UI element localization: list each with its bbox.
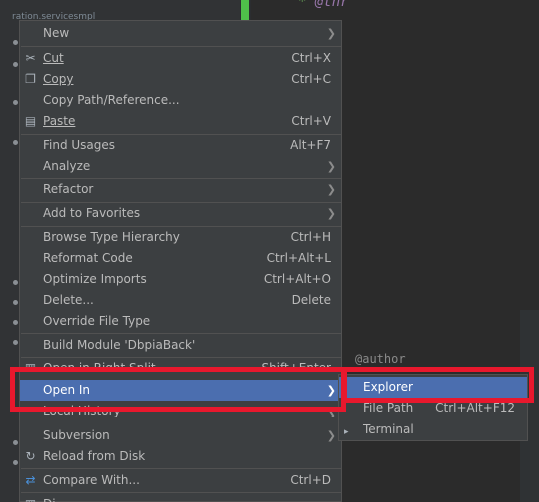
- tree-node-icon: [13, 62, 18, 67]
- submenu-item-terminal[interactable]: ▸ Terminal: [339, 419, 527, 440]
- menu-item-browse-type-hierarchy[interactable]: Browse Type Hierarchy Ctrl+H: [20, 227, 341, 248]
- tree-node-icon: [13, 40, 18, 45]
- menu-item-new[interactable]: New ❯: [20, 23, 341, 44]
- compare-icon: ⇄: [25, 473, 36, 487]
- menu-item-copy[interactable]: ❐ Copy Ctrl+C: [20, 69, 341, 90]
- tree-node-icon: [13, 280, 18, 285]
- menu-separator: [21, 333, 341, 334]
- code-fragment: @author: [355, 352, 406, 366]
- menu-item-paste[interactable]: ▤ Paste Ctrl+V: [20, 111, 341, 132]
- menu-item-reformat-code[interactable]: Reformat Code Ctrl+Alt+L: [20, 248, 341, 269]
- menu-item-analyze[interactable]: Analyze ❯: [20, 156, 341, 177]
- menu-item-delete[interactable]: Delete... Delete: [20, 290, 341, 311]
- menu-item-reload[interactable]: ↻ Reload from Disk: [20, 446, 341, 467]
- menu-item-refactor[interactable]: Refactor ❯: [20, 179, 341, 200]
- menu-item-subversion[interactable]: Subversion ❯: [20, 425, 341, 446]
- menu-item-optimize-imports[interactable]: Optimize Imports Ctrl+Alt+O: [20, 269, 341, 290]
- tree-node-icon: [13, 300, 18, 305]
- reload-icon: ↻: [25, 449, 36, 463]
- submenu-arrow-icon: ❯: [326, 183, 336, 196]
- tree-node-icon: [13, 440, 18, 445]
- submenu-arrow-icon: ❯: [326, 207, 336, 220]
- context-menu: New ❯ ✂ Cut Ctrl+X ❐ Copy Ctrl+C Copy Pa…: [19, 20, 342, 502]
- diagram-icon: ▦: [23, 497, 38, 502]
- code-line: * @thr: [298, 0, 349, 10]
- tree-node-icon: [13, 140, 18, 145]
- scissors-icon: ✂: [25, 51, 36, 65]
- menu-separator: [21, 468, 341, 469]
- tree-node-icon: [13, 460, 18, 465]
- tree-node-icon: [13, 100, 18, 105]
- submenu-arrow-icon: ❯: [326, 429, 336, 442]
- menu-item-build-module[interactable]: Build Module 'DbpiaBack': [20, 335, 341, 356]
- menu-separator: [21, 46, 341, 47]
- menu-item-copy-path[interactable]: Copy Path/Reference...: [20, 90, 341, 111]
- copy-icon: ❐: [25, 72, 36, 86]
- clipboard-icon: ▤: [24, 114, 37, 128]
- annotation-highlight-explorer: [342, 367, 534, 403]
- menu-separator: [21, 492, 341, 493]
- menu-item-compare-with[interactable]: ⇄ Compare With... Ctrl+D: [20, 470, 341, 491]
- menu-item-add-favorites[interactable]: Add to Favorites ❯: [20, 203, 341, 224]
- terminal-icon: ▸: [344, 427, 349, 437]
- tree-node-icon: [13, 340, 18, 345]
- menu-item-find-usages[interactable]: Find Usages Alt+F7: [20, 135, 341, 156]
- menu-item-cut[interactable]: ✂ Cut Ctrl+X: [20, 48, 341, 69]
- submenu-arrow-icon: ❯: [326, 27, 336, 40]
- submenu-arrow-icon: ❯: [326, 160, 336, 173]
- menu-item-diagrams[interactable]: ▦ Di: [20, 494, 341, 502]
- tree-node-icon: [13, 320, 18, 325]
- menu-item-override-file-type[interactable]: Override File Type: [20, 311, 341, 332]
- annotation-highlight-open-in: [10, 367, 346, 412]
